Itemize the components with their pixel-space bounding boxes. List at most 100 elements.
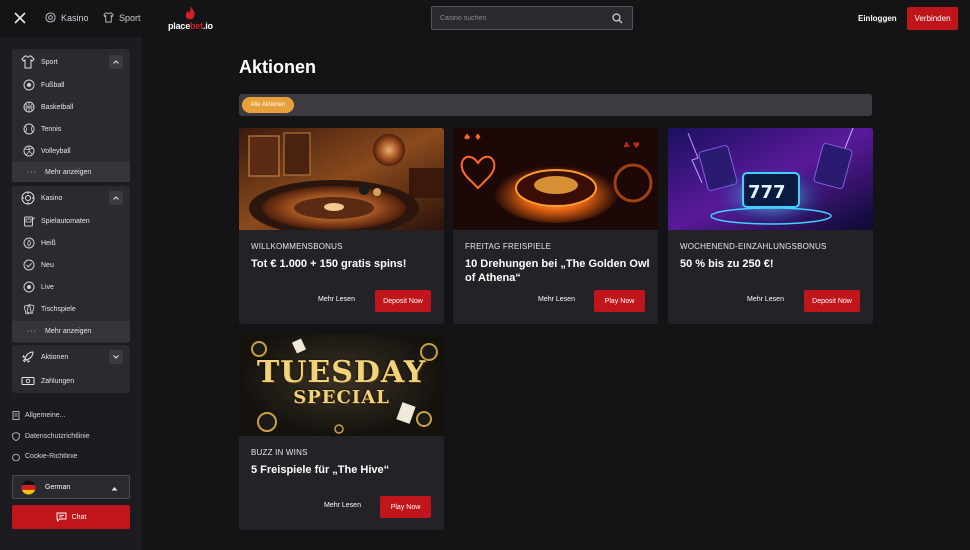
jersey-icon [21,55,35,69]
slot-777-banner-image[interactable]: 777 [668,128,873,230]
page-title: Aktionen [239,57,317,77]
promo-title: 50 % bis zu 250 €! [680,258,774,270]
sidebar-item-label: Kasino [41,194,63,202]
read-more-link[interactable]: Mehr Lesen [324,502,361,509]
logo-text-b: bet [190,21,203,31]
nav-casino-label: Kasino [61,12,89,23]
deposit-now-button[interactable]: Deposit Now [804,290,860,312]
banner-headline: TUESDAY [256,355,427,390]
search-icon[interactable] [612,13,623,24]
nav-sport[interactable]: Sport [103,12,141,23]
slot-machine-icon [24,216,35,227]
promo-card: WILLKOMMENSBONUS Tot € 1.000 + 150 grati… [239,128,444,324]
sidebar-item-label: Fußball [41,81,65,89]
play-now-button[interactable]: Play Now [380,496,431,518]
promo-category: WOCHENEND-EINZAHLUNGSBONUS [680,242,827,251]
sidebar-item-tennis[interactable]: Tennis [12,118,130,140]
flame-icon [185,6,195,20]
sidebar-item-label: Tennis [41,125,62,133]
volleyball-icon [23,145,35,157]
deposit-now-button[interactable]: Deposit Now [375,290,431,312]
read-more-link[interactable]: Mehr Lesen [318,296,355,303]
sport-show-more[interactable]: ··· Mehr anzeigen [12,162,130,182]
casino-menu: Kasino Spielautomaten Heiß Neu Live Tisc… [12,186,130,343]
chat-button[interactable]: Chat [12,505,130,529]
search-box [431,6,633,30]
link-terms-label: Allgemeine... [25,412,66,419]
sidebar-item-live[interactable]: Live [12,276,130,298]
svg-text:♣ ♥: ♣ ♥ [623,141,640,150]
search-input[interactable] [440,12,600,25]
chat-label: Chat [71,513,87,521]
chat-bubble-icon [56,512,67,522]
play-now-button[interactable]: Play Now [594,290,645,312]
jersey-icon [103,12,114,23]
casino-chip-icon [45,12,56,23]
sidebar-item-sport[interactable]: Sport [12,51,130,73]
promo-card: ♠ ♦ ♣ ♥ FREITAG FREISPIELE 10 Drehungen … [453,128,658,324]
check-badge-icon [23,259,35,271]
sidebar-item-label: Neu [41,261,54,269]
close-icon[interactable] [13,11,27,25]
tuesday-special-banner-image[interactable]: TUESDAY SPECIAL [239,334,444,436]
promo-title: 10 Drehungen bei „The Golden Owl of Athe… [465,258,650,284]
sidebar-item-label: Volleyball [41,147,71,155]
chevron-up-icon[interactable] [109,55,123,69]
rocket-icon [22,351,34,363]
chevron-down-icon[interactable] [109,350,123,364]
poker-chip-banner-image[interactable]: ♠ ♦ ♣ ♥ [453,128,658,230]
promo-title: Tot € 1.000 + 150 gratis spins! [251,258,407,270]
tennis-ball-icon [23,123,35,135]
sidebar-item-table-games[interactable]: Tischspiele [12,298,130,320]
sidebar-item-casino[interactable]: Kasino [12,187,130,209]
sidebar-item-label: Sport [41,58,58,66]
link-privacy[interactable]: Datenschutzrichtlinie [12,432,90,441]
link-cookies[interactable]: Cookie-Richtlinie [12,453,78,461]
link-terms[interactable]: Allgemeine... [12,411,65,420]
promo-card: 777 WOCHENEND-EINZAHLUNGSBONUS 50 % bis … [668,128,873,324]
promo-title: 5 Freispiele für „The Hive“ [251,464,390,476]
logo-text-c: .io [202,21,213,31]
cards-icon [23,304,35,315]
chevron-up-icon[interactable] [109,191,123,205]
language-selector[interactable]: German [12,475,130,499]
sidebar-item-label: Basketball [41,103,74,111]
sidebar-item-volleyball[interactable]: Volleyball [12,140,130,162]
sidebar-item-payments[interactable]: Zahlungen [12,370,130,392]
caret-up-icon [111,487,118,491]
filter-all-promotions[interactable]: Alle Aktionen [242,97,294,113]
read-more-link[interactable]: Mehr Lesen [747,296,784,303]
svg-text:777: 777 [748,182,786,203]
sidebar: Sport Fußball Basketball Tennis Volleyba… [0,37,142,550]
nav-casino[interactable]: Kasino [45,12,89,23]
sidebar-item-new[interactable]: Neu [12,254,130,276]
casino-chip-icon [21,191,35,205]
sidebar-item-hot[interactable]: Heiß [12,232,130,254]
show-more-label: Mehr anzeigen [45,168,92,176]
sidebar-item-slots[interactable]: Spielautomaten [12,210,130,232]
cookie-icon [12,453,20,461]
shield-icon [12,432,20,441]
login-button[interactable]: Einloggen [858,14,897,23]
sport-menu: Sport Fußball Basketball Tennis Volleyba… [12,49,130,182]
filter-bar: Alle Aktionen [239,94,872,116]
banner-subheadline: SPECIAL [293,387,390,408]
sidebar-item-label: Spielautomaten [41,217,90,225]
show-more-label: Mehr anzeigen [45,328,92,335]
sidebar-item-promotions[interactable]: Aktionen [12,346,130,368]
money-icon [21,377,35,385]
sidebar-item-basketball[interactable]: Basketball [12,96,130,118]
register-button[interactable]: Verbinden [907,7,958,30]
hot-icon [23,237,35,249]
logo[interactable]: placebet.io [168,6,218,32]
svg-text:♠ ♦: ♠ ♦ [463,133,482,143]
read-more-link[interactable]: Mehr Lesen [538,296,575,303]
sidebar-item-football[interactable]: Fußball [12,74,130,96]
casino-show-more[interactable]: ··· Mehr anzeigen [12,321,130,342]
live-icon [23,281,35,293]
main-content: Aktionen Alle Aktionen WILLKOMMENSBONUS … [142,37,970,550]
basketball-icon [23,101,35,113]
roulette-banner-image[interactable] [239,128,444,230]
document-icon [12,411,20,420]
sidebar-item-label: Aktionen [41,353,69,361]
